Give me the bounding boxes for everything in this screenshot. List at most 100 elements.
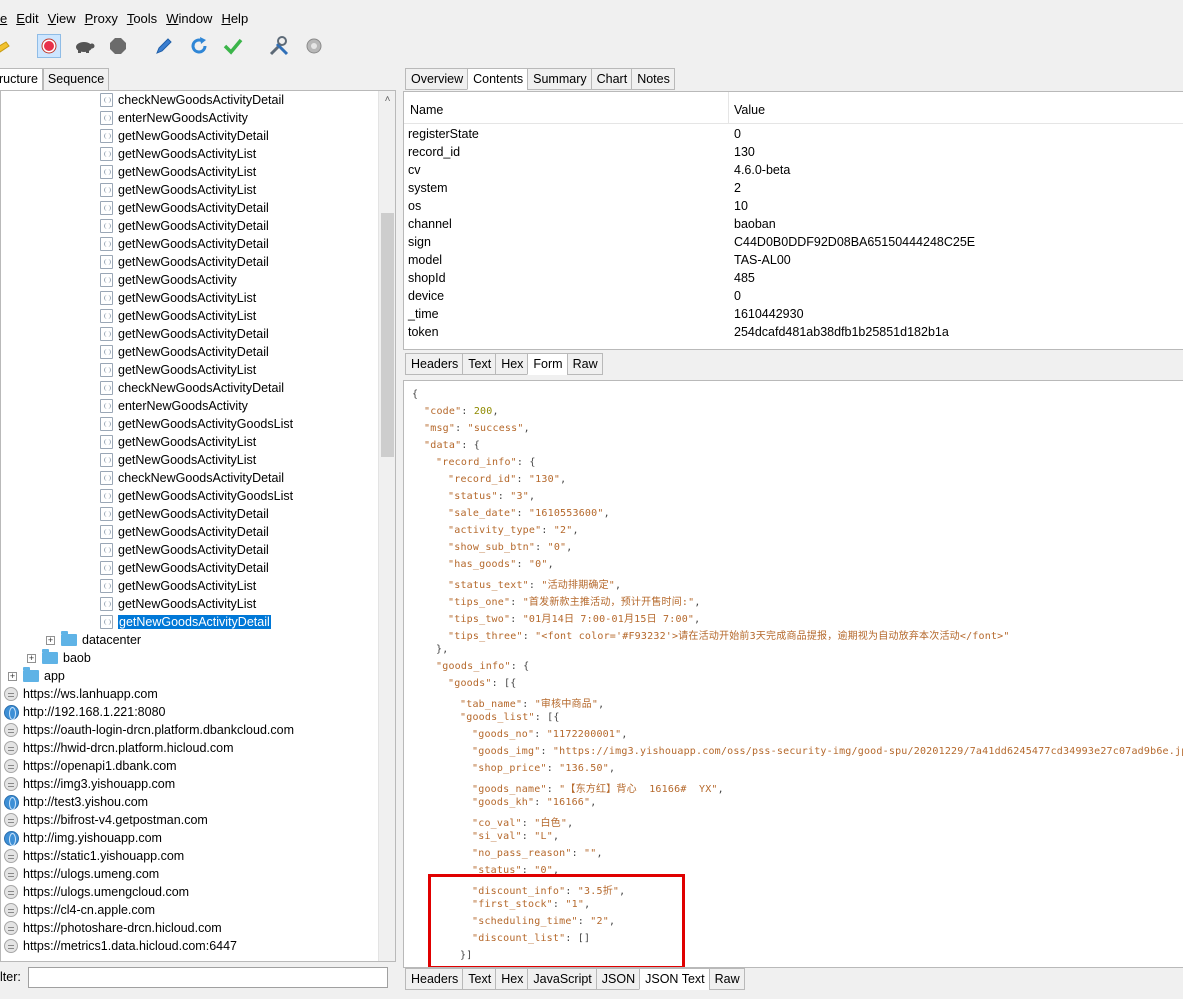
repeat-icon[interactable] [187, 34, 211, 58]
table-row[interactable]: sign C44D0B0DDF92D08BA65150444248C25E [404, 233, 1183, 251]
tree-item-host[interactable]: https://ulogs.umengcloud.com [4, 883, 189, 901]
tree-item-request[interactable]: checkNewGoodsActivityDetail [100, 91, 284, 109]
tree-item-request[interactable]: getNewGoodsActivityDetail [100, 613, 271, 631]
tree-item-request[interactable]: getNewGoodsActivityList [100, 145, 256, 163]
column-header-name[interactable]: Name [404, 92, 729, 124]
tab-overview[interactable]: Overview [405, 68, 469, 90]
response-tab-text[interactable]: Text [462, 968, 497, 990]
menu-proxy[interactable]: Proxy [81, 11, 123, 26]
tree-item-host[interactable]: https://cl4-cn.apple.com [4, 901, 155, 919]
tab-contents[interactable]: Contents [467, 68, 529, 90]
menu-tools[interactable]: Tools [123, 11, 162, 26]
tree-item-request[interactable]: getNewGoodsActivityDetail [100, 559, 269, 577]
tree-item-request[interactable]: getNewGoodsActivityList [100, 181, 256, 199]
tab-structure[interactable]: ructure [0, 68, 43, 91]
menu-window[interactable]: Window [162, 11, 217, 26]
tree-item-request[interactable]: getNewGoodsActivityDetail [100, 325, 269, 343]
broom-icon[interactable] [0, 34, 16, 58]
tree-item-request[interactable]: getNewGoodsActivityDetail [100, 217, 269, 235]
table-row[interactable]: channel baoban [404, 215, 1183, 233]
record-icon[interactable] [37, 34, 61, 58]
table-row[interactable]: record_id 130 [404, 143, 1183, 161]
tree-item-host[interactable]: https://bifrost-v4.getpostman.com [4, 811, 208, 829]
table-row[interactable]: shopId 485 [404, 269, 1183, 287]
tree-item-request[interactable]: checkNewGoodsActivityDetail [100, 379, 284, 397]
expand-icon[interactable]: + [27, 653, 36, 663]
menu-edit[interactable]: Edit [12, 11, 43, 26]
tree-scrollbar[interactable]: ˄ [378, 91, 395, 961]
tree-item-folder[interactable]: + baob [27, 649, 91, 667]
request-tab-text[interactable]: Text [462, 353, 497, 375]
table-row[interactable]: device 0 [404, 287, 1183, 305]
pen-icon[interactable] [152, 34, 176, 58]
tree-item-request[interactable]: getNewGoodsActivityDetail [100, 235, 269, 253]
menu-view[interactable]: View [44, 11, 81, 26]
tree-item-request[interactable]: getNewGoodsActivityGoodsList [100, 415, 293, 433]
tools-icon[interactable] [267, 34, 291, 58]
response-tab-raw[interactable]: Raw [708, 968, 745, 990]
response-tab-hex[interactable]: Hex [495, 968, 529, 990]
tree-item-request[interactable]: checkNewGoodsActivityDetail [100, 469, 284, 487]
tree-item-host[interactable]: http://test3.yishou.com [4, 793, 148, 811]
tree-item-host[interactable]: https://oauth-login-drcn.platform.dbankc… [4, 721, 294, 739]
tree-item-request[interactable]: getNewGoodsActivityList [100, 451, 256, 469]
scroll-thumb[interactable] [381, 213, 394, 457]
tree-item-request[interactable]: getNewGoodsActivityList [100, 289, 256, 307]
request-tab-hex[interactable]: Hex [495, 353, 529, 375]
tree-item-host[interactable]: https://ws.lanhuapp.com [4, 685, 158, 703]
request-tab-raw[interactable]: Raw [566, 353, 603, 375]
expand-icon[interactable]: + [8, 671, 17, 681]
request-tab-headers[interactable]: Headers [405, 353, 464, 375]
turtle-icon[interactable] [72, 34, 96, 58]
tree-item-request[interactable]: getNewGoodsActivityDetail [100, 127, 269, 145]
tree-item-request[interactable]: getNewGoodsActivity [100, 271, 237, 289]
tree-item-folder[interactable]: + datacenter [46, 631, 141, 649]
scroll-up-icon[interactable]: ˄ [382, 94, 393, 105]
tree-item-request[interactable]: getNewGoodsActivityDetail [100, 505, 269, 523]
tree-item-host[interactable]: https://static1.yishouapp.com [4, 847, 184, 865]
table-row[interactable]: model TAS-AL00 [404, 251, 1183, 269]
tree-item-request[interactable]: getNewGoodsActivityList [100, 577, 256, 595]
tree-item-request[interactable]: getNewGoodsActivityDetail [100, 343, 269, 361]
tree-item-request[interactable]: getNewGoodsActivityList [100, 433, 256, 451]
table-row[interactable]: system 2 [404, 179, 1183, 197]
menu-help[interactable]: Help [217, 11, 253, 26]
tree-item-request[interactable]: getNewGoodsActivityList [100, 595, 256, 613]
tree-item-host[interactable]: https://hwid-drcn.platform.hicloud.com [4, 739, 234, 757]
tree-item-host[interactable]: https://openapi1.dbank.com [4, 757, 177, 775]
column-header-value[interactable]: Value [729, 92, 1183, 124]
tree-item-host[interactable]: https://img3.yishouapp.com [4, 775, 175, 793]
tree-item-request[interactable]: getNewGoodsActivityGoodsList [100, 487, 293, 505]
settings-icon[interactable] [302, 34, 326, 58]
tree-item-host[interactable]: http://192.168.1.221:8080 [4, 703, 166, 721]
response-tab-json-text[interactable]: JSON Text [639, 968, 710, 990]
tree-item-request[interactable]: getNewGoodsActivityDetail [100, 541, 269, 559]
table-row[interactable]: os 10 [404, 197, 1183, 215]
tree-item-request[interactable]: getNewGoodsActivityDetail [100, 253, 269, 271]
tree-item-request[interactable]: enterNewGoodsActivity [100, 397, 248, 415]
menu-file[interactable]: e [0, 11, 12, 26]
request-tab-form[interactable]: Form [527, 353, 568, 375]
response-tab-javascript[interactable]: JavaScript [527, 968, 597, 990]
response-tab-json[interactable]: JSON [595, 968, 641, 990]
table-row[interactable]: _time 1610442930 [404, 305, 1183, 323]
tab-sequence[interactable]: Sequence [42, 68, 110, 90]
tree-item-host[interactable]: https://photoshare-drcn.hicloud.com [4, 919, 222, 937]
json-text-view[interactable]: }] "discount_list": [] "scheduling_time": … [403, 380, 1183, 968]
table-row[interactable]: registerState 0 [404, 125, 1183, 143]
tab-notes[interactable]: Notes [631, 68, 675, 90]
tree-item-request[interactable]: getNewGoodsActivityDetail [100, 523, 269, 541]
validate-icon[interactable] [221, 34, 245, 58]
filter-input[interactable] [28, 967, 388, 988]
tab-summary[interactable]: Summary [527, 68, 592, 90]
expand-icon[interactable]: + [46, 635, 55, 645]
tree-item-request[interactable]: enterNewGoodsActivity [100, 109, 248, 127]
tree-item-folder[interactable]: + app [8, 667, 65, 685]
tree-item-host[interactable]: https://ulogs.umeng.com [4, 865, 159, 883]
tree-item-request[interactable]: getNewGoodsActivityList [100, 163, 256, 181]
stop-icon[interactable] [106, 34, 130, 58]
tree-item-request[interactable]: getNewGoodsActivityDetail [100, 199, 269, 217]
tree-item-host[interactable]: https://metrics1.data.hicloud.com:6447 [4, 937, 237, 955]
tree-item-request[interactable]: getNewGoodsActivityList [100, 307, 256, 325]
tab-chart[interactable]: Chart [590, 68, 633, 90]
